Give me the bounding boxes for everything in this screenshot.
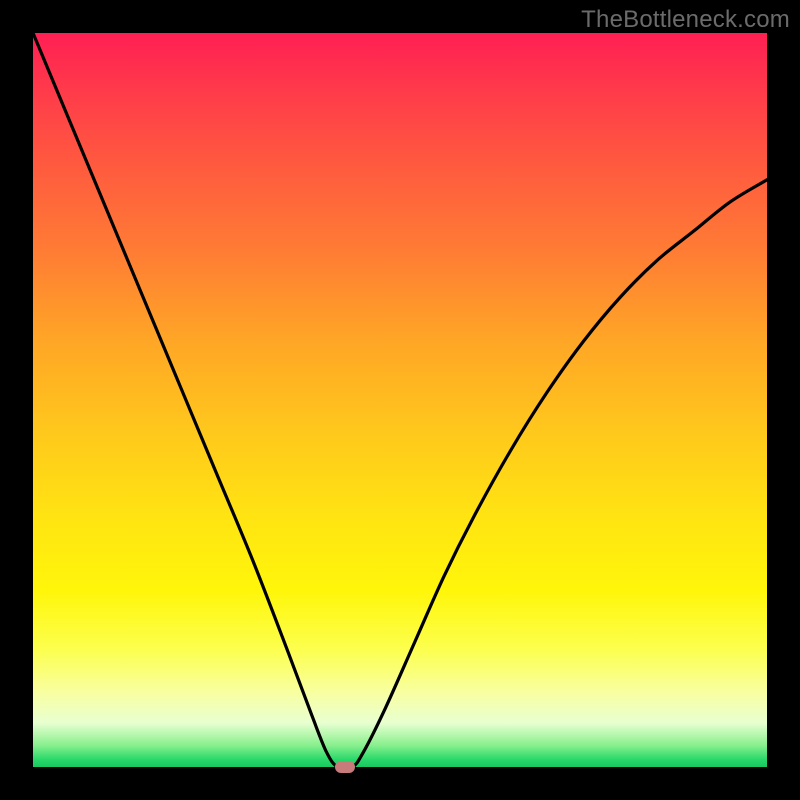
chart-frame: TheBottleneck.com — [0, 0, 800, 800]
curve-svg — [33, 33, 767, 767]
bottleneck-curve — [33, 33, 767, 767]
plot-area — [33, 33, 767, 767]
watermark-text: TheBottleneck.com — [581, 6, 790, 34]
optimum-marker — [335, 761, 355, 773]
